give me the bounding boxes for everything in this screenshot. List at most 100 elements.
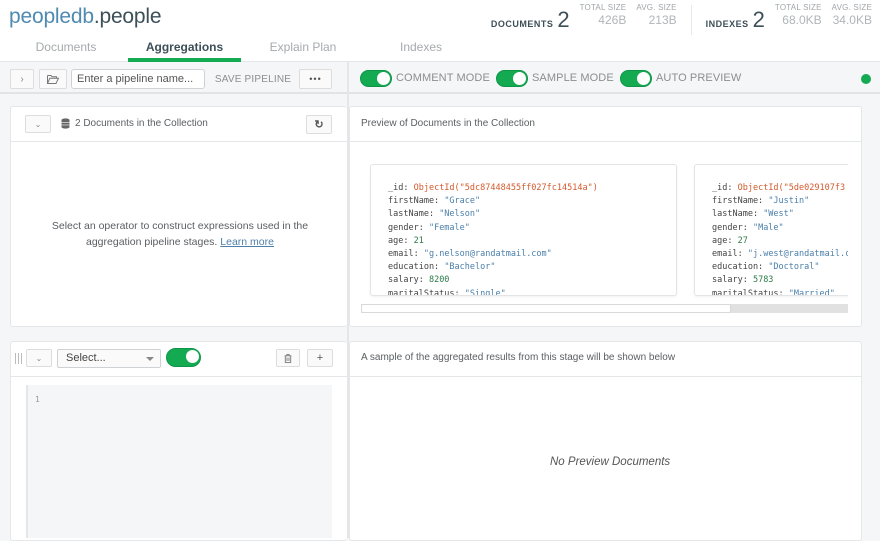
documents-stats: DOCUMENTS 2 TOTAL SIZE 426B AVG. SIZE 21… <box>491 3 677 31</box>
field-value: "Male" <box>752 222 784 233</box>
document-field: age: 27 <box>712 235 848 248</box>
document-field: age: 21 <box>388 235 598 248</box>
indexes-avg-size: 34.0KB <box>832 13 872 27</box>
save-pipeline-button[interactable]: SAVE PIPELINE <box>212 69 294 89</box>
field-key: lastName: <box>712 209 759 220</box>
right-gutter <box>862 94 880 538</box>
document-field: education: "Bachelor" <box>388 261 598 274</box>
field-key: education: <box>388 262 440 273</box>
field-key: lastName: <box>388 209 435 220</box>
stage-preview-panel <box>349 341 862 541</box>
document-preview-strip[interactable]: _id: ObjectId("5dc87448455ff027fc14514a"… <box>361 160 848 302</box>
horizontal-scrollbar-thumb[interactable] <box>361 304 731 313</box>
indexes-count: 2 <box>752 7 765 32</box>
add-stage-button[interactable]: + <box>307 349 333 367</box>
field-value: "g.nelson@randatmail.com" <box>423 249 552 260</box>
document-field: education: "Doctoral" <box>712 261 848 274</box>
folder-open-icon <box>47 74 59 84</box>
document-count-label: 2 Documents in the Collection <box>75 118 208 129</box>
auto-preview-label: AUTO PREVIEW <box>656 72 742 84</box>
documents-avg-size-label: AVG. SIZE <box>636 3 677 12</box>
delete-stage-button[interactable] <box>276 349 300 367</box>
indexes-avg-size-label: AVG. SIZE <box>831 3 872 12</box>
trash-icon <box>284 353 292 363</box>
field-value: "Bachelor" <box>444 262 496 273</box>
field-value: "Female" <box>428 222 470 233</box>
comment-mode-label: COMMENT MODE <box>396 72 490 84</box>
learn-more-link[interactable]: Learn more <box>220 236 274 248</box>
document-field: salary: 5783 <box>712 274 848 287</box>
field-key: firstName: <box>388 196 440 207</box>
sample-mode-label: SAMPLE MODE <box>532 72 614 84</box>
drag-handle-icon[interactable] <box>15 353 24 364</box>
field-value: ObjectId("5de029107f3 <box>737 183 846 193</box>
operator-select[interactable]: Select... <box>57 349 161 368</box>
tab-indexes[interactable]: Indexes <box>380 38 462 62</box>
document-card: _id: ObjectId("5de029107f3 firstName: "Ju… <box>694 164 848 296</box>
stage-code-editor[interactable]: 1 <box>26 385 332 538</box>
document-field: gender: "Male" <box>712 222 848 235</box>
document-fields: _id: ObjectId("5de029107f3 firstName: "Ju… <box>712 182 848 296</box>
field-value: 8200 <box>428 275 450 286</box>
chevron-down-icon: ⌄ <box>34 119 42 129</box>
chevron-right-icon: › <box>20 73 24 85</box>
tab-documents[interactable]: Documents <box>20 38 112 62</box>
stage-preview-title: A sample of the aggregated results from … <box>361 352 676 363</box>
collection-header: peopledb.people DOCUMENTS 2 TOTAL SIZE 4… <box>0 0 880 62</box>
field-value: "Nelson" <box>439 209 481 220</box>
expand-pipelines-button[interactable]: › <box>10 69 34 89</box>
pipeline-name-input[interactable] <box>71 69 205 89</box>
document-field: lastName: "West" <box>712 208 848 221</box>
document-card: _id: ObjectId("5dc87448455ff027fc14514a"… <box>370 164 677 296</box>
open-pipeline-button[interactable] <box>39 69 67 89</box>
field-value: "Grace" <box>444 196 481 207</box>
document-field: maritalStatus: "Single" <box>388 288 598 295</box>
field-key: age: <box>712 235 733 246</box>
field-value: "West" <box>763 209 794 220</box>
more-options-button[interactable]: ••• <box>299 69 332 89</box>
database-icon <box>61 118 70 129</box>
document-field: salary: 8200 <box>388 274 598 287</box>
field-value: ObjectId("5dc87448455ff027fc14514a") <box>413 183 598 193</box>
stats-divider <box>690 5 692 35</box>
collapse-stage-button[interactable]: ⌄ <box>26 349 52 367</box>
document-field: maritalStatus: "Married" <box>712 288 848 296</box>
sample-mode-toggle[interactable] <box>496 70 528 87</box>
field-value: 27 <box>737 235 748 246</box>
field-value: "j.west@randatmail.c <box>747 249 848 260</box>
field-key: _id: <box>388 183 409 193</box>
refresh-icon: ↻ <box>314 119 324 131</box>
field-key: age: <box>388 235 409 246</box>
tab-explain-plan[interactable]: Explain Plan <box>255 38 351 62</box>
refresh-button[interactable]: ↻ <box>306 115 332 134</box>
indexes-total-size-label: TOTAL SIZE <box>774 3 822 12</box>
auto-preview-toggle[interactable] <box>620 70 652 87</box>
document-field: email: "g.nelson@randatmail.com" <box>388 248 598 261</box>
namespace-title: peopledb.people <box>9 5 162 29</box>
field-key: email: <box>388 249 419 260</box>
field-value: 5783 <box>752 275 774 286</box>
chevron-down-icon: ⌄ <box>35 353 43 363</box>
document-field: lastName: "Nelson" <box>388 208 598 221</box>
field-key: firstName: <box>712 196 764 207</box>
field-key: gender: <box>388 222 424 233</box>
operator-select-value: Select... <box>66 352 106 364</box>
preview-title: Preview of Documents in the Collection <box>361 118 535 129</box>
document-fields: _id: ObjectId("5dc87448455ff027fc14514a"… <box>388 182 598 295</box>
field-value: "Justin" <box>768 196 810 207</box>
indexes-stats: INDEXES 2 TOTAL SIZE 68.0KB AVG. SIZE 34… <box>706 3 872 31</box>
comment-mode-toggle[interactable] <box>360 70 392 87</box>
operator-hint: Select an operator to construct expressi… <box>30 218 330 250</box>
document-field: email: "j.west@randatmail.c <box>712 248 848 261</box>
no-preview-message: No Preview Documents <box>550 456 671 468</box>
collection-name: people <box>99 5 162 28</box>
line-number: 1 <box>35 395 40 404</box>
indexes-label: INDEXES <box>705 19 749 29</box>
field-key: email: <box>712 249 743 260</box>
stage-enabled-toggle[interactable] <box>166 348 201 367</box>
collection-stats: DOCUMENTS 2 TOTAL SIZE 426B AVG. SIZE 21… <box>491 3 872 35</box>
field-key: education: <box>712 262 764 273</box>
collapse-input-button[interactable]: ⌄ <box>25 115 51 133</box>
field-key: _id: <box>712 183 733 193</box>
field-key: maritalStatus: <box>712 288 784 296</box>
